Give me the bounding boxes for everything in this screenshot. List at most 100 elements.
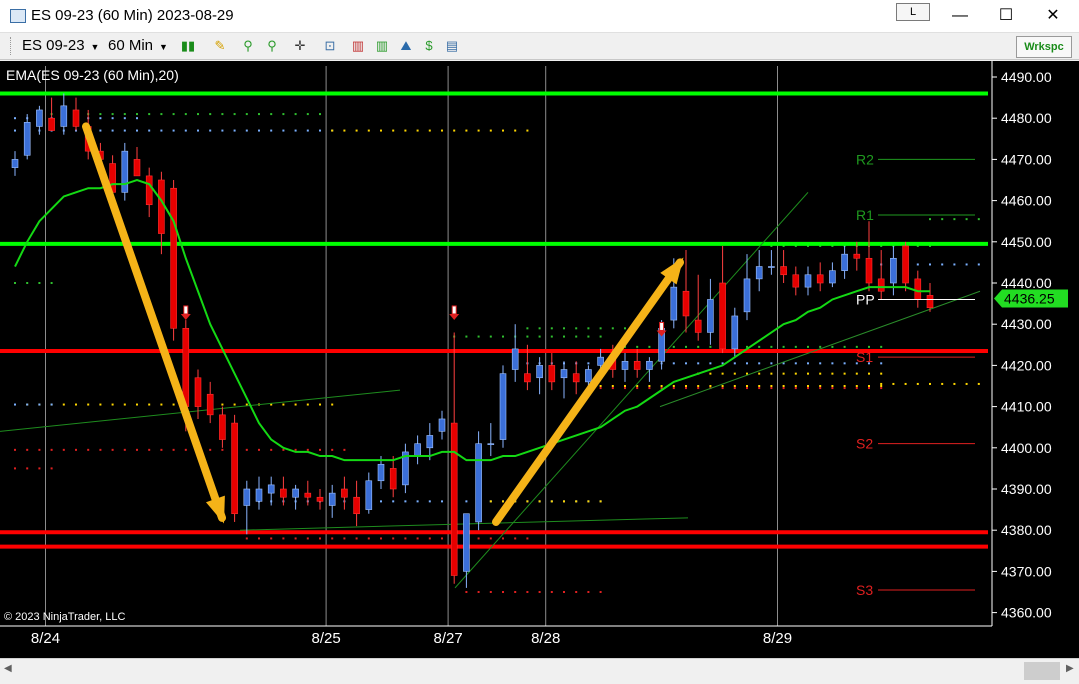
pivot-dot — [50, 282, 53, 284]
pivot-dot — [770, 372, 773, 375]
candle-up — [890, 257, 897, 284]
pivot-dot — [733, 372, 736, 375]
zoom-out-icon[interactable]: ⚲ — [264, 38, 280, 53]
data-box-icon[interactable]: ⊡ — [322, 38, 338, 53]
pivot-dot — [685, 385, 687, 387]
pivot-dot — [428, 129, 431, 132]
pivot-dot — [624, 327, 626, 330]
link-button[interactable]: L — [896, 3, 930, 21]
pivot-dot — [233, 129, 236, 132]
pivot-dot — [477, 129, 480, 132]
pivot-dot — [26, 448, 29, 451]
pivot-dot — [599, 500, 602, 503]
pivot-dot — [148, 113, 151, 116]
scroll-left-icon[interactable]: ◀ — [4, 663, 12, 674]
zoom-in-icon[interactable]: ⚲ — [240, 38, 256, 53]
candle-up — [755, 266, 763, 280]
maximize-icon[interactable]: ☐ — [983, 0, 1029, 32]
drawing-tool-icon[interactable]: ✎ — [212, 38, 228, 53]
price-tick-label: 4440.00 — [1001, 275, 1052, 291]
annotation-arrow-head — [205, 495, 225, 524]
indicators-icon[interactable]: ▥ — [350, 38, 366, 53]
pivot-dot — [746, 387, 748, 390]
pivot-dot — [709, 372, 712, 375]
price-tick-label: 4420.00 — [1001, 357, 1052, 373]
close-icon[interactable]: ✕ — [1030, 0, 1076, 32]
pivot-dot — [380, 537, 382, 540]
pivot-dot — [794, 385, 797, 387]
scrollbar-thumb[interactable] — [1024, 662, 1060, 680]
pivot-dot — [172, 403, 175, 406]
pivot-dot — [599, 385, 602, 387]
pivot-dot — [38, 403, 41, 406]
pivot-dot — [331, 448, 334, 451]
pivot-dot — [636, 387, 639, 390]
pivot-dot — [538, 327, 541, 330]
candle-up — [36, 109, 43, 127]
pivot-dot — [526, 129, 529, 132]
pivot-dot — [270, 537, 273, 540]
chart-app-icon — [10, 9, 26, 23]
pivot-dot — [489, 591, 492, 593]
signal-marker — [180, 313, 191, 320]
candle-up — [499, 373, 507, 440]
candle-up — [841, 253, 848, 271]
chart-trader-icon[interactable]: ⛰ — [398, 38, 414, 53]
pivot-dot — [123, 129, 126, 132]
horizontal-scrollbar[interactable]: ◀ ▶ — [0, 658, 1079, 684]
pivot-dot — [14, 282, 16, 284]
interval-selector[interactable]: 60 Min ▼ — [108, 37, 168, 54]
price-chart[interactable]: R2 R1 PP S1 S2 S3 8/24 8/25 8/27 8/28 8/29 4490.00… — [0, 61, 1079, 658]
pivot-dot — [514, 129, 517, 132]
candle-up — [707, 299, 714, 333]
properties-icon[interactable]: ▤ — [444, 38, 460, 53]
candle-down — [572, 373, 580, 383]
pivot-dot — [428, 500, 431, 503]
pivot-dot — [563, 335, 565, 338]
pivot-dot — [75, 403, 77, 406]
pivot-dot — [416, 129, 419, 132]
pivot-dot — [245, 129, 248, 132]
candle-up — [511, 348, 519, 370]
pivot-dot — [441, 129, 443, 132]
pivot-dot — [14, 467, 16, 470]
pivot-dot — [343, 129, 346, 132]
pivot-dot — [258, 537, 260, 540]
minimize-icon[interactable]: — — [937, 0, 983, 32]
pivot-dot — [148, 403, 151, 406]
candle-down — [353, 496, 360, 515]
pivot-dot — [697, 362, 700, 365]
candle-up — [60, 105, 68, 127]
pivot-dot — [306, 129, 309, 132]
crosshair-icon[interactable]: ✛ — [292, 38, 308, 53]
chart-style-icon[interactable]: ▮▮ — [180, 38, 196, 53]
pivot-dot — [392, 500, 395, 503]
date-tick-label: 8/25 — [311, 630, 340, 647]
pivot-dot — [648, 345, 651, 348]
pivot-dot — [123, 117, 126, 120]
pivot-dot — [526, 500, 529, 503]
toolbar-grip — [10, 37, 13, 55]
price-tick-label: 4460.00 — [1001, 193, 1052, 209]
pivot-dot — [160, 448, 163, 451]
workspace-button[interactable]: Wrkspc — [1016, 36, 1072, 58]
pivot-dot — [831, 362, 834, 365]
pivot-dot — [636, 385, 639, 387]
instrument-selector[interactable]: ES 09-23 ▼ — [22, 37, 99, 54]
pivot-dot — [245, 448, 248, 451]
pivot-dot — [624, 387, 626, 390]
candle-down — [231, 422, 238, 515]
pivot-dot — [209, 448, 212, 451]
pivot-dot — [660, 385, 663, 387]
pivot-dot — [807, 345, 809, 348]
pivot-dot — [868, 385, 870, 387]
pivot-dot — [831, 345, 834, 348]
strategies-icon[interactable]: ▥ — [374, 38, 390, 53]
dollar-icon[interactable]: $ — [421, 38, 437, 53]
chart-panel[interactable]: R2 R1 PP S1 S2 S3 8/24 8/25 8/27 8/28 8/29 4490.00… — [0, 61, 1079, 658]
scroll-right-icon[interactable]: ▶ — [1066, 663, 1074, 674]
candle-up — [560, 369, 568, 379]
pivot-dot — [136, 448, 138, 451]
pivot-dot — [709, 385, 712, 387]
pivot-dot — [99, 129, 102, 132]
